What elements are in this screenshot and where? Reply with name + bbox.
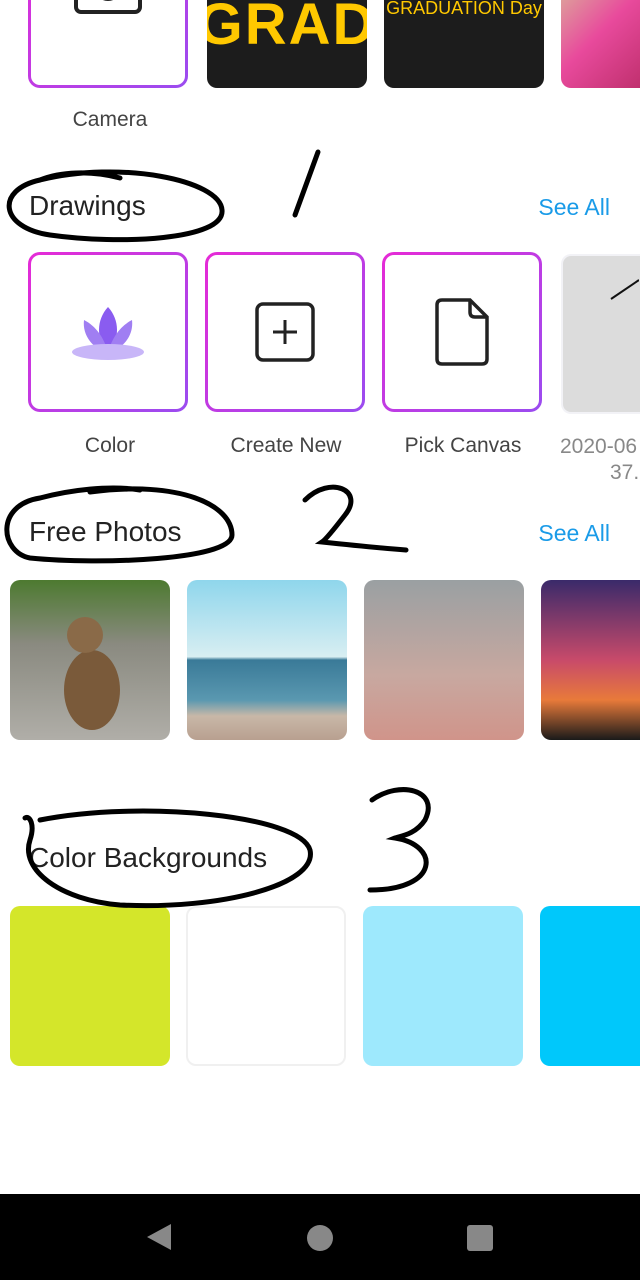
annotation-2 bbox=[302, 484, 409, 553]
annotation-1 bbox=[292, 149, 321, 218]
recents-icon[interactable] bbox=[466, 1224, 494, 1252]
annotation-3 bbox=[367, 787, 431, 893]
circle-drawings bbox=[6, 169, 225, 243]
home-icon[interactable] bbox=[306, 1224, 334, 1252]
handwritten-annotations bbox=[4, 149, 431, 909]
circle-free-photos bbox=[4, 485, 235, 564]
circle-color-backgrounds bbox=[22, 808, 313, 909]
back-icon[interactable] bbox=[145, 1222, 173, 1252]
system-nav-bar bbox=[0, 1194, 640, 1280]
